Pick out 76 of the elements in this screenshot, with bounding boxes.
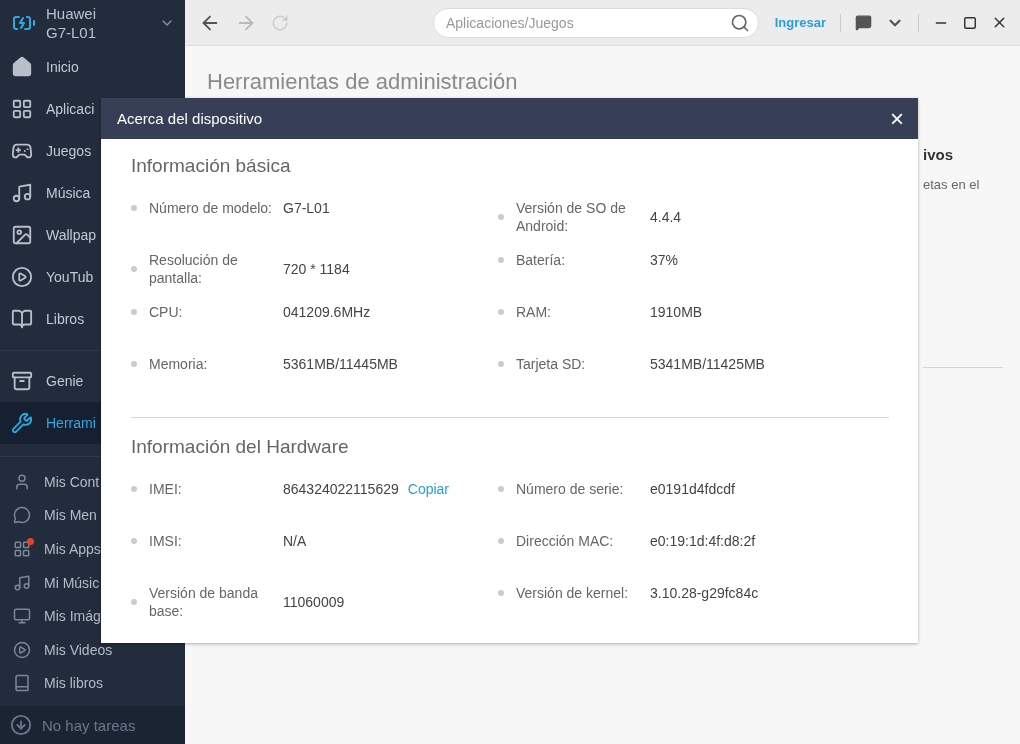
info-value: 5361MB/11445MB bbox=[283, 356, 398, 372]
grid-icon bbox=[13, 540, 31, 558]
bullet-icon bbox=[498, 486, 504, 492]
info-value: 720 * 1184 bbox=[283, 261, 350, 277]
search-input[interactable]: Aplicaciones/Juegos bbox=[444, 13, 730, 32]
grid-icon bbox=[11, 98, 33, 120]
info-label: Versión de banda base: bbox=[149, 584, 259, 620]
bullet-icon bbox=[131, 205, 137, 211]
chat-bubble-icon bbox=[13, 506, 31, 525]
bullet-icon bbox=[498, 309, 504, 315]
info-value: 3.10.28-g29fc84c bbox=[650, 585, 759, 601]
info-value: 864324022115629 bbox=[283, 481, 399, 497]
info-label: Versión de kernel: bbox=[516, 584, 630, 602]
wrench-icon bbox=[11, 412, 33, 434]
dialog-title: Acerca del dispositivo bbox=[117, 110, 263, 127]
info-value: 4.4.4 bbox=[650, 209, 682, 225]
bullet-icon bbox=[131, 486, 137, 492]
info-label: RAM: bbox=[516, 303, 552, 321]
play-icon bbox=[13, 640, 31, 659]
music-note-icon bbox=[11, 182, 33, 204]
bullet-icon bbox=[498, 257, 504, 263]
bullet-icon bbox=[131, 266, 137, 272]
image-icon bbox=[11, 224, 33, 246]
bullet-icon bbox=[131, 309, 137, 315]
info-value: e0191d4fdcdf bbox=[650, 481, 735, 497]
card-text: etas en el bbox=[923, 177, 981, 192]
info-value: 11060009 bbox=[283, 594, 345, 610]
info-label: IMSI: bbox=[149, 532, 183, 550]
home-icon bbox=[11, 56, 33, 78]
bullet-icon bbox=[131, 361, 137, 367]
info-label: Dirección MAC: bbox=[516, 532, 615, 550]
info-label: Resolución de pantalla: bbox=[149, 251, 239, 287]
chest-icon bbox=[11, 370, 33, 392]
info-label: CPU: bbox=[149, 303, 184, 321]
person-icon bbox=[13, 472, 31, 491]
info-value: N/A bbox=[283, 533, 307, 549]
info-label: Memoria: bbox=[149, 355, 209, 373]
info-value: 37% bbox=[650, 252, 679, 268]
info-label: Batería: bbox=[516, 251, 567, 269]
info-label: Número de serie: bbox=[516, 480, 625, 498]
page-title: Herramientas de administración bbox=[207, 69, 518, 95]
sidebar-item[interactable]: Mis Videos bbox=[0, 632, 185, 667]
sidebar-item[interactable]: Inicio bbox=[0, 46, 185, 88]
card-heading: ivos bbox=[923, 146, 954, 163]
section-heading: Información básica bbox=[131, 155, 292, 177]
play-icon bbox=[11, 266, 33, 288]
device-model: G7-L01 bbox=[46, 23, 98, 42]
tasks-status: No hay tareas bbox=[42, 716, 136, 734]
device-name: Huawei bbox=[46, 4, 98, 23]
message-icon[interactable] bbox=[855, 14, 872, 31]
bullet-icon bbox=[131, 538, 137, 544]
sidebar-item[interactable]: Mis Men bbox=[0, 498, 185, 533]
search-bar[interactable]: Aplicaciones/Juegos bbox=[433, 7, 759, 38]
info-label: Versión de SO de Android: bbox=[516, 199, 627, 235]
info-value: 5341MB/11425MB bbox=[650, 356, 765, 372]
sidebar-item[interactable]: Mis libros bbox=[0, 666, 185, 701]
bullet-icon bbox=[131, 599, 137, 605]
info-label: Tarjeta SD: bbox=[516, 355, 587, 373]
info-label: IMEI: bbox=[149, 480, 183, 498]
info-value: e0:19:1d:4f:d8:2f bbox=[650, 533, 756, 549]
maximize-icon[interactable] bbox=[963, 15, 977, 30]
info-value: G7-L01 bbox=[283, 200, 330, 216]
download-icon bbox=[10, 714, 32, 736]
bullet-icon bbox=[498, 214, 504, 220]
book-icon bbox=[11, 308, 33, 330]
bullet-icon bbox=[498, 538, 504, 544]
search-icon[interactable] bbox=[730, 12, 750, 33]
book-icon bbox=[13, 674, 31, 693]
close-button[interactable]: × bbox=[890, 106, 904, 131]
info-value: 1910MB bbox=[650, 304, 703, 320]
music-note-icon bbox=[13, 573, 31, 592]
bullet-icon bbox=[498, 590, 504, 596]
bullet-icon bbox=[498, 361, 504, 367]
info-value: 041209.6MHz bbox=[283, 304, 371, 320]
info-label: Número de modelo: bbox=[149, 199, 273, 217]
monitor-icon bbox=[13, 607, 31, 626]
